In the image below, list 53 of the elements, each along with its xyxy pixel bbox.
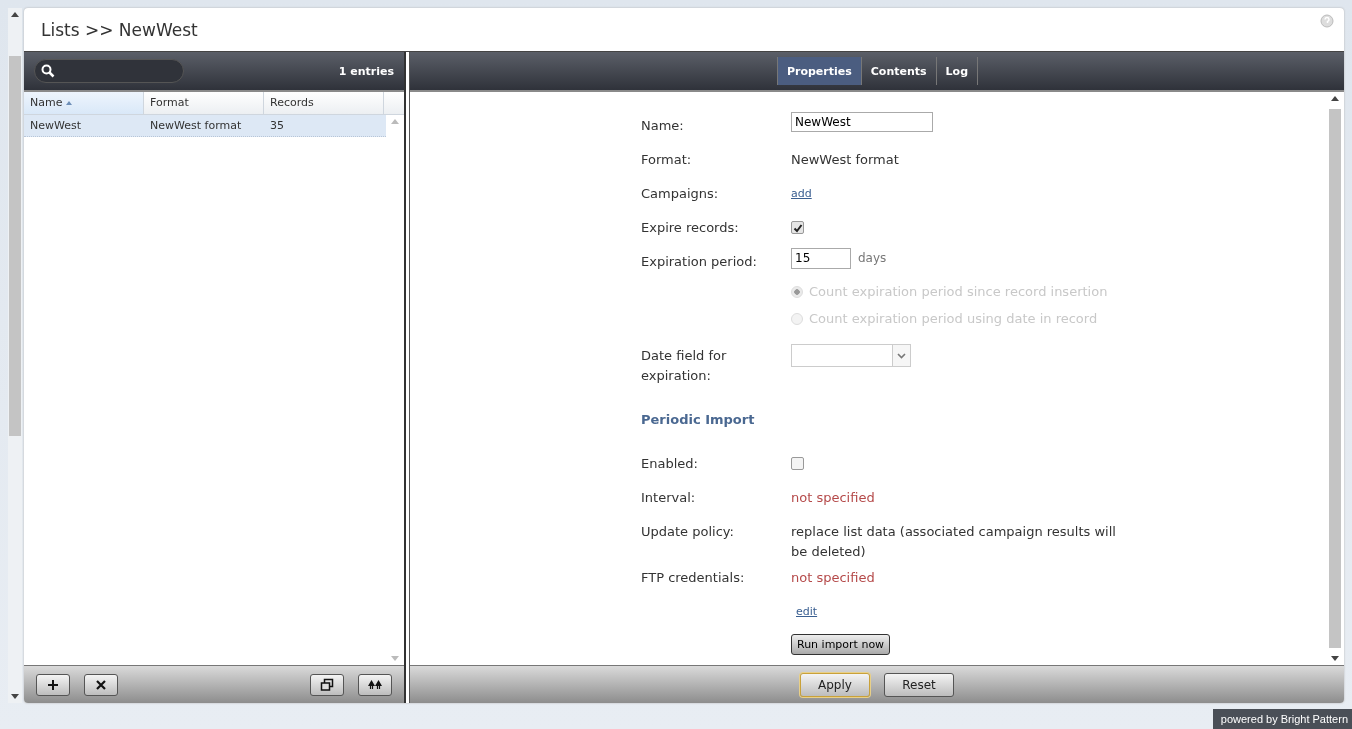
windows-icon	[320, 677, 334, 692]
tab[interactable]: Contents	[860, 57, 937, 85]
field-label: FTP credentials:	[641, 570, 745, 585]
tab[interactable]: Log	[935, 57, 979, 85]
checkbox[interactable]	[791, 457, 804, 470]
field-label: Name:	[641, 118, 684, 133]
field-value: NewWest format	[791, 151, 899, 169]
column-header[interactable]: Records	[264, 92, 384, 114]
splitter[interactable]	[404, 52, 410, 703]
field-label: Enabled:	[641, 456, 698, 471]
table-row[interactable]: NewWest NewWest format 35	[24, 115, 386, 137]
field-value: not specified	[791, 569, 875, 587]
field-value: not specified	[791, 489, 875, 507]
tab[interactable]: Properties	[776, 57, 862, 85]
chevron-down-icon	[897, 352, 906, 359]
table-cell-text: NewWest format	[149, 119, 243, 132]
page-title: Lists >> NewWest	[41, 19, 198, 40]
field-label: Date field for expiration:	[641, 347, 728, 385]
entry-count: 1 entries	[338, 64, 394, 78]
plus-icon	[46, 677, 60, 692]
run-import-button[interactable]: Run import now	[791, 634, 891, 655]
link[interactable]: edit	[796, 600, 818, 618]
column-header[interactable]: Format	[144, 92, 264, 114]
link[interactable]: add	[791, 182, 812, 200]
help-icon[interactable]	[1320, 14, 1334, 28]
column-header[interactable]: Name	[24, 92, 144, 114]
table-cell-text: NewWest	[29, 119, 83, 132]
field-value: replace list data (associated campaign results will be deleted)	[791, 523, 1117, 561]
field-label: Format:	[641, 152, 692, 167]
field-label: Update policy:	[641, 524, 734, 539]
apply-button[interactable]: Apply	[800, 672, 870, 697]
add-button[interactable]	[36, 673, 70, 696]
name-field[interactable]: NewWest	[791, 112, 933, 132]
powered-by-badge: powered by Bright Pattern	[1212, 709, 1352, 729]
delete-button[interactable]	[84, 673, 118, 696]
import-button[interactable]	[358, 673, 392, 696]
scrollbar[interactable]	[8, 8, 22, 703]
field-label: Interval:	[641, 490, 696, 505]
x-icon	[94, 677, 108, 692]
table-cell-text: 35	[269, 119, 285, 132]
search-icon	[41, 64, 55, 78]
field-label: Expire records:	[641, 220, 739, 235]
number-field[interactable]: 15	[791, 247, 851, 269]
sort-arrow-icon	[66, 101, 73, 105]
section-heading: Periodic Import	[641, 412, 755, 427]
field-label: Campaigns:	[641, 186, 719, 201]
copy-button[interactable]	[310, 673, 344, 696]
search-field[interactable]	[34, 59, 184, 83]
field-label: Expiration period:	[641, 254, 757, 269]
checkbox[interactable]	[791, 221, 804, 234]
unit-label: days	[858, 251, 887, 265]
up-arrows-icon	[368, 680, 382, 689]
reset-button[interactable]: Reset	[884, 672, 954, 697]
